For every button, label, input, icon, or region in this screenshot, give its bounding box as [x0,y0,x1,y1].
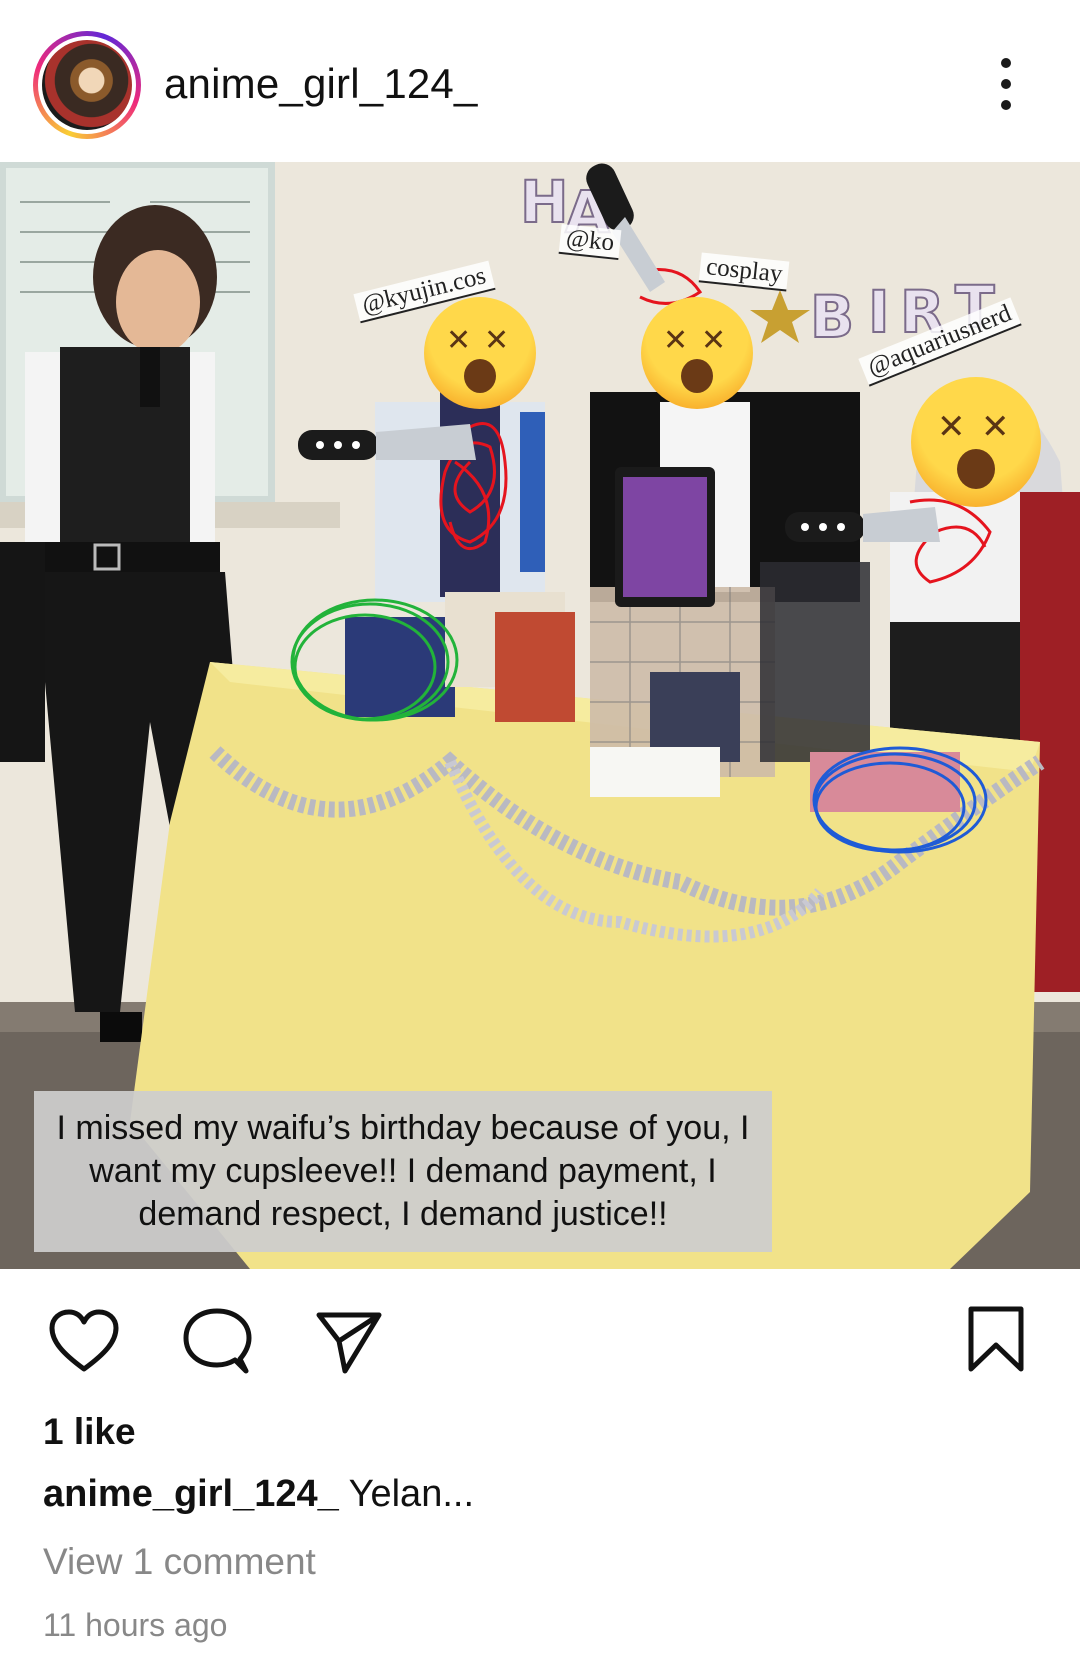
post-username[interactable]: anime_girl_124_ [164,60,478,108]
send-icon[interactable] [315,1309,383,1375]
dizzy-face-emoji-icon: ✕ ✕ [641,297,753,409]
comment-icon[interactable] [182,1307,252,1375]
more-options-icon[interactable] [994,58,1018,110]
story-ring[interactable] [33,31,141,139]
svg-text:B: B [810,283,854,351]
like-count[interactable]: 1 like [43,1411,136,1453]
bookmark-icon[interactable] [966,1305,1026,1373]
dizzy-face-emoji-icon: ✕ ✕ [424,297,536,409]
caption-username[interactable]: anime_girl_124_ [43,1473,339,1515]
avatar[interactable] [42,40,132,130]
caption-text: Yelan... [338,1473,474,1515]
post-caption[interactable]: anime_girl_124_ Yelan... [43,1473,474,1516]
photo-overlay-text: I missed my waifu’s birthday because of … [34,1091,772,1252]
post-header: anime_girl_124_ [0,0,1080,162]
photo-tag: @ko [558,223,622,261]
svg-text:I: I [868,278,890,346]
post-actions-bar [0,1269,1080,1409]
view-comments-link[interactable]: View 1 comment [43,1541,316,1583]
dizzy-face-emoji-icon: ✕ ✕ [911,377,1041,507]
post-timestamp: 11 hours ago [43,1607,228,1643]
post-image[interactable]: HA BIRT ✕ ✕ ✕ ✕ ✕ ✕ @kyujin.cos @ko cosp… [0,162,1080,1269]
heart-icon[interactable] [48,1309,120,1373]
